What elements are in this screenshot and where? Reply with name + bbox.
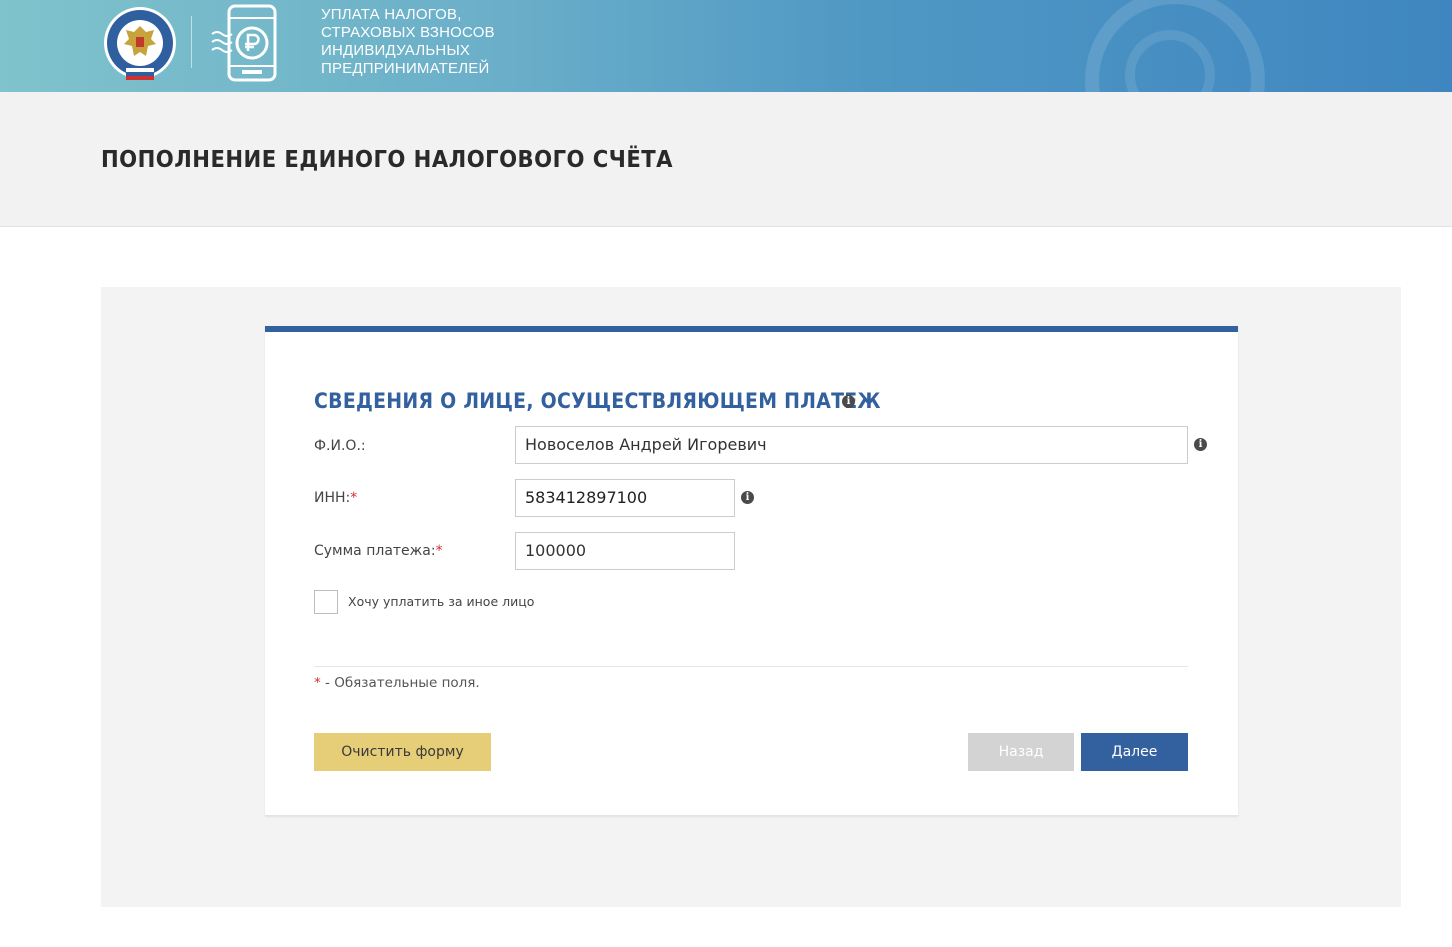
inn-label: ИНН:* (314, 490, 357, 506)
service-title-line: УПЛАТА НАЛОГОВ, (321, 6, 462, 23)
fio-label: Ф.И.О.: (314, 438, 366, 454)
section-title: СВЕДЕНИЯ О ЛИЦЕ, ОСУЩЕСТВЛЯЮЩЕМ ПЛАТЕЖ (314, 389, 881, 413)
site-header: УПЛАТА НАЛОГОВ, СТРАХОВЫХ ВЗНОСОВ ИНДИВИ… (0, 0, 1452, 92)
inn-label-text: ИНН: (314, 490, 351, 506)
service-title-line: СТРАХОВЫХ ВЗНОСОВ (321, 24, 495, 41)
service-title: УПЛАТА НАЛОГОВ, СТРАХОВЫХ ВЗНОСОВ ИНДИВИ… (321, 6, 581, 78)
other-person-label[interactable]: Хочу уплатить за иное лицо (348, 594, 534, 609)
next-button[interactable]: Далее (1081, 733, 1188, 771)
required-mark: * (314, 675, 321, 691)
amount-field[interactable]: 100000 (515, 532, 735, 570)
service-title-line: ИНДИВИДУАЛЬНЫХ (321, 42, 471, 59)
phone-ruble-icon (208, 4, 278, 82)
fio-label-text: Ф.И.О.: (314, 438, 366, 454)
form-divider (314, 666, 1188, 667)
fio-field[interactable]: Новоселов Андрей Игоревич (515, 426, 1188, 464)
clear-form-button[interactable]: Очистить форму (314, 733, 491, 771)
page-title-band: ПОПОЛНЕНИЕ ЕДИНОГО НАЛОГОВОГО СЧЁТА (0, 92, 1452, 227)
required-fields-note: * - Обязательные поля. (314, 675, 480, 691)
payer-form-card: СВЕДЕНИЯ О ЛИЦЕ, ОСУЩЕСТВЛЯЮЩЕМ ПЛАТЕЖ i… (265, 326, 1238, 816)
amount-label: Сумма платежа:* (314, 543, 443, 559)
fio-info-icon[interactable]: i (1194, 438, 1207, 451)
info-icon[interactable]: i (842, 395, 855, 408)
service-title-line: ПРЕДПРИНИМАТЕЛЕЙ (321, 60, 490, 77)
required-note-text: - Обязательные поля. (320, 675, 480, 691)
back-button[interactable]: Назад (968, 733, 1074, 771)
page-title: ПОПОЛНЕНИЕ ЕДИНОГО НАЛОГОВОГО СЧЁТА (101, 147, 673, 173)
inn-info-icon[interactable]: i (741, 491, 754, 504)
required-mark: * (435, 543, 443, 559)
required-mark: * (350, 490, 358, 506)
amount-label-text: Сумма платежа: (314, 543, 436, 559)
other-person-checkbox[interactable] (314, 590, 338, 614)
logo-divider (191, 16, 192, 68)
fns-emblem-icon[interactable] (102, 4, 178, 82)
inn-field[interactable]: 583412897100 (515, 479, 735, 517)
